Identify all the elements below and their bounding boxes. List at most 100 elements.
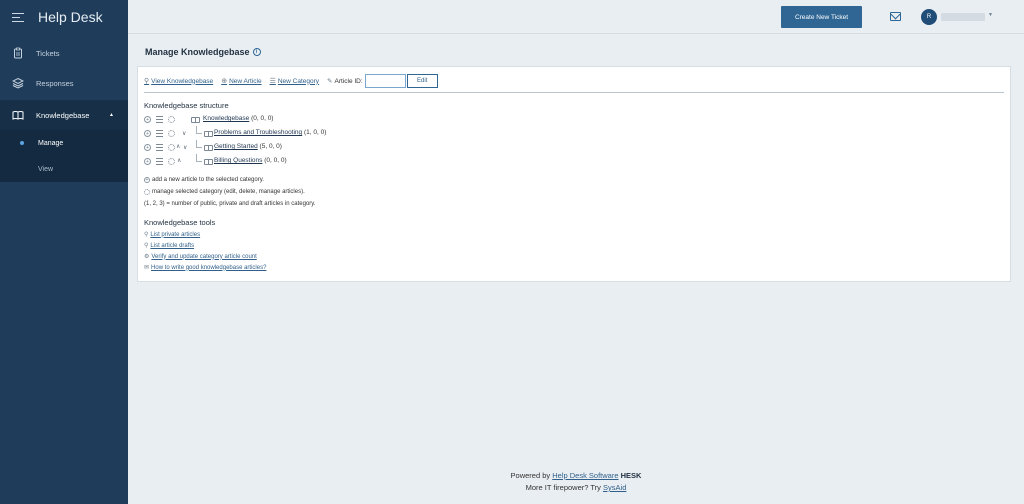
list-article-drafts-link[interactable]: List article drafts — [150, 243, 194, 249]
category-link[interactable]: Getting Started — [214, 143, 258, 150]
help-icon: ✉ — [144, 265, 150, 271]
avatar[interactable]: R — [921, 9, 937, 25]
create-new-ticket-button[interactable]: Create New Ticket — [781, 6, 862, 28]
book-icon — [204, 145, 213, 151]
structure-title: Knowledgebase structure — [144, 101, 229, 110]
sidebar-item-responses[interactable]: Responses — [0, 68, 128, 98]
list-icon[interactable] — [156, 116, 163, 123]
category-link[interactable]: Billing Questions — [214, 157, 262, 164]
gear-icon[interactable] — [168, 130, 175, 137]
list-icon[interactable] — [156, 144, 163, 151]
move-down-icon[interactable]: ∨ — [183, 144, 187, 151]
category-counts: (1, 0, 0) — [303, 129, 327, 136]
move-down-icon[interactable]: ∨ — [182, 130, 186, 137]
add-article-icon[interactable]: + — [144, 130, 151, 137]
knowledgebase-submenu: Manage View — [0, 130, 128, 182]
sidebar-item-tickets[interactable]: Tickets — [0, 38, 128, 68]
book-icon — [204, 131, 213, 137]
move-up-icon[interactable]: ∧ — [176, 143, 180, 150]
add-article-icon: + — [144, 177, 150, 183]
list-icon: ☰ — [269, 78, 276, 85]
legend-counts: (1, 2, 3) = number of public, private an… — [144, 201, 315, 207]
help-desk-software-link[interactable]: Help Desk Software — [552, 471, 618, 480]
tools-title: Knowledgebase tools — [144, 218, 216, 227]
tool-verify-count: ⚙ Verify and update category article cou… — [144, 253, 257, 261]
how-to-write-articles-link[interactable]: How to write good knowledgebase articles… — [151, 265, 266, 271]
sidebar-item-label: Responses — [36, 78, 74, 88]
category-item: Getting Started (5, 0, 0) — [214, 143, 282, 150]
tree-connector — [196, 126, 202, 134]
category-counts: (0, 0, 0) — [264, 157, 287, 164]
verify-article-count-link[interactable]: Verify and update category article count — [151, 254, 256, 260]
powered-by-text: Powered by — [510, 471, 551, 480]
move-up-icon[interactable]: ∧ — [177, 157, 181, 164]
tool-list-private: ⚲ List private articles — [144, 231, 200, 239]
sidebar-item-knowledgebase[interactable]: Knowledgebase ▲ — [0, 100, 128, 130]
page-title-text: Manage Knowledgebase — [145, 47, 250, 57]
layers-icon — [12, 77, 24, 89]
new-category-link[interactable]: ☰ New Category — [269, 77, 320, 86]
category-row: + ∨ Problems and Troubleshooting (1, 0, … — [144, 126, 544, 140]
category-item: Problems and Troubleshooting (1, 0, 0) — [214, 129, 326, 136]
category-item: Knowledgebase (0, 0, 0) — [203, 115, 273, 122]
add-article-icon[interactable]: + — [144, 158, 151, 165]
new-article-label: New Article — [229, 77, 262, 85]
gear-icon[interactable] — [168, 158, 175, 165]
view-knowledgebase-link[interactable]: ⚲ View Knowledgebase — [144, 77, 214, 86]
active-dot-icon — [20, 141, 24, 145]
edit-button[interactable]: Edit — [406, 74, 438, 88]
list-icon[interactable] — [156, 158, 163, 165]
sidebar-item-label: Knowledgebase — [36, 110, 90, 120]
footer: Powered by Help Desk Software HESK More … — [128, 470, 1024, 494]
legend-add: + add a new article to the selected cate… — [144, 177, 264, 183]
sidebar-subitem-label: View — [38, 165, 54, 173]
tool-list-drafts: ⚲ List article drafts — [144, 242, 194, 250]
mail-icon[interactable] — [890, 12, 901, 21]
sidebar-subitem-manage[interactable]: Manage — [0, 130, 128, 156]
user-name-redacted[interactable] — [941, 13, 985, 21]
sysaid-link[interactable]: SysAid — [603, 483, 626, 492]
new-article-link[interactable]: ⊕ New Article — [221, 77, 262, 86]
new-category-label: New Category — [277, 77, 320, 85]
category-link[interactable]: Problems and Troubleshooting — [214, 129, 302, 136]
brand-bar: Help Desk — [0, 0, 128, 34]
gear-icon[interactable] — [168, 144, 175, 151]
legend-counts-text: (1, 2, 3) = number of public, private an… — [144, 201, 316, 207]
list-icon[interactable] — [156, 130, 163, 137]
category-row: + ∧ ∨ Getting Started (5, 0, 0) — [144, 140, 544, 154]
pencil-icon: ✎ — [327, 78, 333, 85]
category-counts: (0, 0, 0) — [251, 115, 274, 122]
view-knowledgebase-label: View Knowledgebase — [151, 77, 214, 85]
tool-howto: ✉ How to write good knowledgebase articl… — [144, 264, 266, 272]
sysaid-line: More IT firepower? Try SysAid — [128, 482, 1024, 494]
more-firepower-text: More IT firepower? Try — [525, 483, 601, 492]
menu-toggle-icon[interactable] — [12, 12, 24, 22]
top-bar: Create New Ticket R ▼ — [128, 0, 1024, 34]
add-article-icon[interactable]: + — [144, 116, 151, 123]
category-row: + Knowledgebase (0, 0, 0) — [144, 114, 544, 126]
sidebar-item-label: Tickets — [36, 48, 60, 58]
tree-connector — [196, 154, 202, 162]
search-icon: ⚲ — [144, 78, 150, 85]
info-icon[interactable]: i — [252, 48, 261, 56]
article-id-input[interactable] — [364, 74, 406, 88]
clipboard-icon — [14, 47, 22, 59]
search-icon: ⚲ — [144, 243, 149, 249]
powered-by-line: Powered by Help Desk Software HESK — [128, 470, 1024, 482]
gear-icon — [144, 189, 150, 195]
kb-toolbar: ⚲ View Knowledgebase ⊕ New Article ☰ New… — [144, 74, 438, 88]
sidebar: Help Desk Tickets Responses Knowledgebas… — [0, 0, 128, 504]
sidebar-subitem-view[interactable]: View — [0, 156, 128, 182]
article-id-text: Article ID: — [334, 77, 363, 85]
add-article-icon[interactable]: + — [144, 144, 151, 151]
open-book-icon — [12, 111, 24, 120]
gear-icon[interactable] — [168, 116, 175, 123]
article-id-label: ✎ Article ID: — [327, 77, 363, 86]
divider — [144, 92, 1004, 93]
chevron-down-icon[interactable]: ▼ — [988, 12, 993, 18]
category-link[interactable]: Knowledgebase — [203, 115, 249, 122]
legend-manage: manage selected category (edit, delete, … — [144, 189, 305, 195]
book-icon — [191, 117, 200, 123]
sidebar-subitem-label: Manage — [38, 139, 64, 147]
list-private-articles-link[interactable]: List private articles — [150, 232, 200, 238]
